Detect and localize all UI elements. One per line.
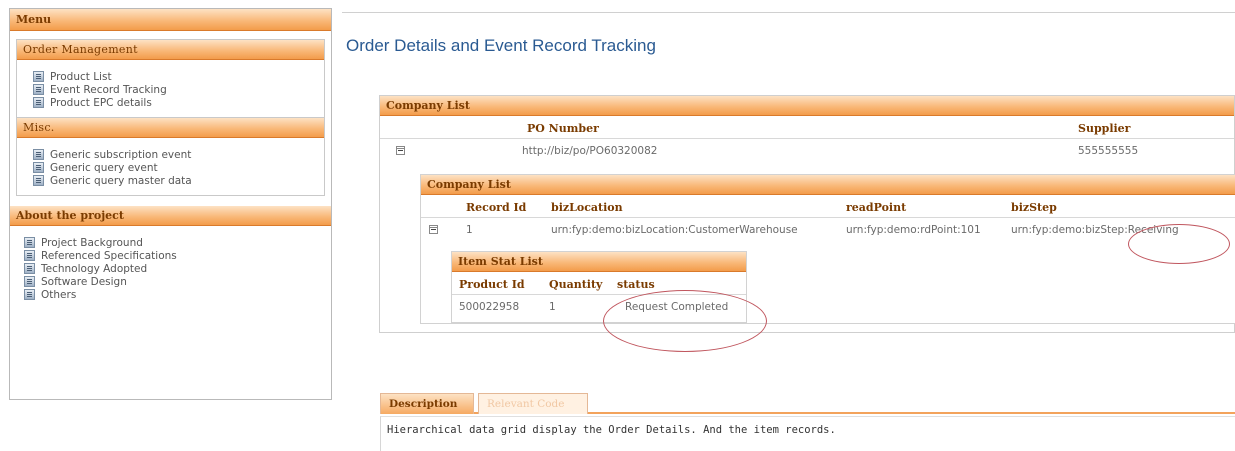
sidebar-item-technology-adopted[interactable]: Technology Adopted (24, 262, 321, 275)
table-row[interactable]: 1 urn:fyp:demo:bizLocation:CustomerWareh… (421, 218, 1235, 242)
about-list: Project Background Referenced Specificat… (10, 226, 331, 309)
company-grid-header: Company List (380, 96, 1234, 116)
sidebar-item-label: Generic query event (50, 161, 158, 174)
readpoint-cell: urn:fyp:demo:rdPoint:101 (846, 224, 981, 236)
description-panel: Hierarchical data grid display the Order… (380, 416, 1235, 451)
about-panel: About the project Project Background Ref… (10, 206, 331, 309)
column-header-status[interactable]: status (617, 278, 655, 291)
tab-relevant-code[interactable]: Relevant Code (478, 393, 588, 414)
sidebar-item-label: Software Design (41, 275, 127, 288)
sidebar-item-label: Product EPC details (50, 96, 152, 109)
sidebar-item-label: Event Record Tracking (50, 83, 167, 96)
column-header-po-number[interactable]: PO Number (527, 122, 599, 135)
document-icon (24, 276, 35, 287)
page-title: Order Details and Event Record Tracking (346, 36, 656, 55)
misc-list: Generic subscription event Generic query… (17, 138, 324, 195)
order-management-header[interactable]: Order Management (17, 40, 324, 60)
company-grid-column-headers: PO Number Supplier (380, 116, 1234, 139)
product-id-cell: 500022958 (459, 301, 520, 313)
bizlocation-cell: urn:fyp:demo:bizLocation:CustomerWarehou… (551, 224, 798, 236)
column-header-readpoint[interactable]: readPoint (846, 201, 906, 214)
sidebar-item-software-design[interactable]: Software Design (24, 275, 321, 288)
supplier-cell: 555555555 (1078, 145, 1139, 157)
record-id-cell: 1 (466, 224, 473, 236)
collapse-icon[interactable] (429, 225, 438, 234)
column-header-bizstep[interactable]: bizStep (1011, 201, 1057, 214)
sidebar-item-generic-query-event[interactable]: Generic query event (33, 161, 314, 174)
column-header-bizlocation[interactable]: bizLocation (551, 201, 623, 214)
sidebar-item-generic-query-master-data[interactable]: Generic query master data (33, 174, 314, 187)
document-icon (33, 175, 44, 186)
document-icon (33, 71, 44, 82)
item-stat-header: Item Stat List (452, 252, 746, 272)
document-icon (24, 263, 35, 274)
sidebar-item-label: Others (41, 288, 77, 301)
misc-panel: Misc. Generic subscription event Generic… (16, 118, 325, 196)
sidebar-item-label: Generic query master data (50, 174, 192, 187)
document-icon (33, 84, 44, 95)
menu-header: Menu (10, 9, 331, 31)
item-stat-column-headers: Product Id Quantity status (452, 272, 746, 295)
description-tabs: Description Relevant Code (380, 393, 1235, 414)
status-cell: Request Completed (625, 301, 729, 313)
nested-company-grid: Company List Record Id bizLocation readP… (420, 174, 1235, 324)
sidebar-item-label: Project Background (41, 236, 143, 249)
order-management-panel: Order Management Product List Event Reco… (16, 39, 325, 118)
description-text: Hierarchical data grid display the Order… (387, 424, 836, 436)
column-header-quantity[interactable]: Quantity (549, 278, 602, 291)
sidebar-item-product-list[interactable]: Product List (33, 70, 314, 83)
sidebar-item-label: Product List (50, 70, 112, 83)
sidebar: Menu Order Management Product List Event… (9, 8, 332, 400)
sidebar-item-generic-subscription-event[interactable]: Generic subscription event (33, 148, 314, 161)
document-icon (33, 97, 44, 108)
sidebar-item-product-epc-details[interactable]: Product EPC details (33, 96, 314, 109)
company-grid: Company List PO Number Supplier http://b… (379, 95, 1235, 333)
sidebar-item-others[interactable]: Others (24, 288, 321, 301)
sidebar-item-project-background[interactable]: Project Background (24, 236, 321, 249)
sidebar-item-event-record-tracking[interactable]: Event Record Tracking (33, 83, 314, 96)
sidebar-item-label: Referenced Specifications (41, 249, 177, 262)
sidebar-item-label: Technology Adopted (41, 262, 148, 275)
nested-grid-column-headers: Record Id bizLocation readPoint bizStep (421, 195, 1235, 218)
sidebar-item-label: Generic subscription event (50, 148, 192, 161)
document-icon (33, 162, 44, 173)
po-number-cell: http://biz/po/PO60320082 (522, 145, 658, 157)
misc-header[interactable]: Misc. (17, 118, 324, 138)
column-header-record-id[interactable]: Record Id (466, 201, 526, 214)
tab-description[interactable]: Description (380, 393, 474, 414)
top-divider (342, 12, 1235, 13)
column-header-supplier[interactable]: Supplier (1078, 122, 1130, 135)
sidebar-item-referenced-specifications[interactable]: Referenced Specifications (24, 249, 321, 262)
column-header-product-id[interactable]: Product Id (459, 278, 525, 291)
quantity-cell: 1 (549, 301, 556, 313)
document-icon (33, 149, 44, 160)
about-header[interactable]: About the project (10, 206, 331, 226)
document-icon (24, 237, 35, 248)
order-management-list: Product List Event Record Tracking Produ… (17, 60, 324, 117)
document-icon (24, 250, 35, 261)
bizstep-cell: urn:fyp:demo:bizStep:Receiving (1011, 224, 1179, 236)
table-row[interactable]: 500022958 1 Request Completed (452, 295, 746, 319)
table-row[interactable]: http://biz/po/PO60320082 555555555 (380, 139, 1234, 163)
document-icon (24, 289, 35, 300)
item-stat-grid: Item Stat List Product Id Quantity statu… (451, 251, 747, 323)
nested-grid-header: Company List (421, 175, 1235, 195)
collapse-icon[interactable] (396, 146, 405, 155)
